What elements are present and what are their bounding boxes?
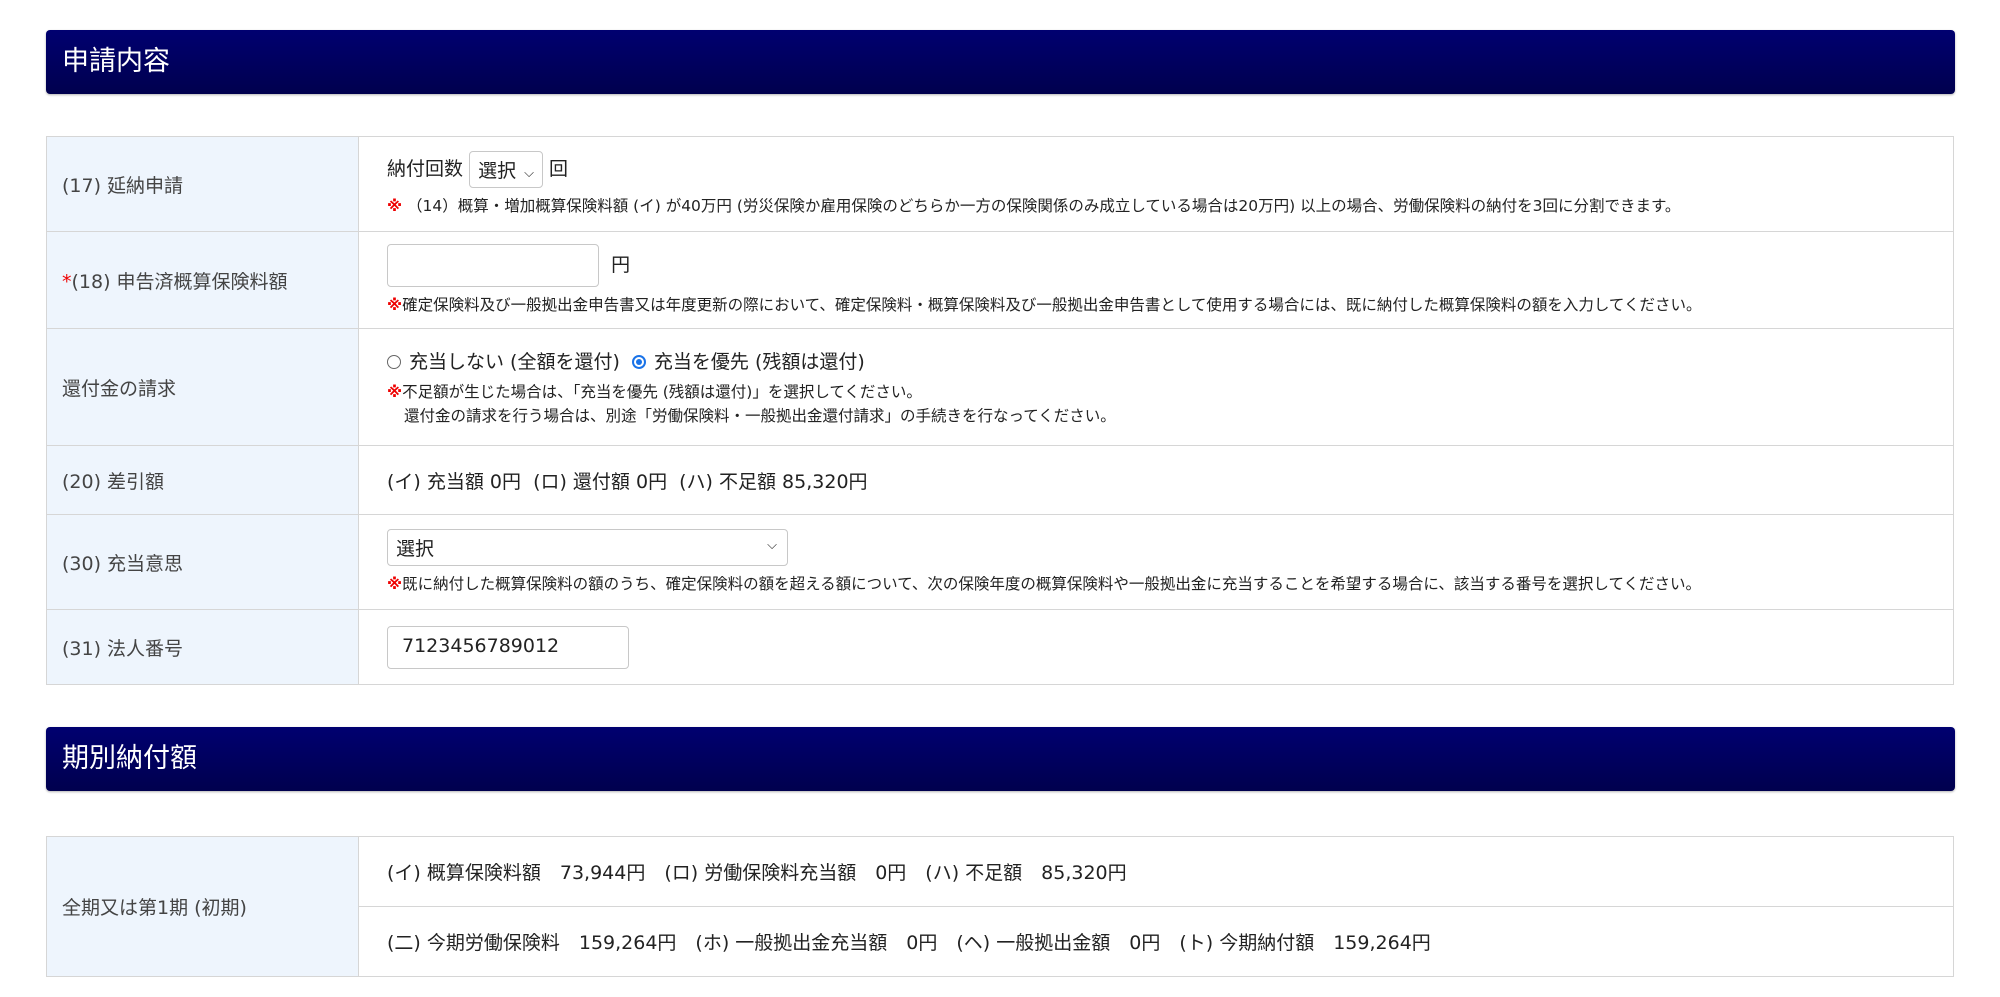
- note-mark-icon: ※: [387, 295, 403, 314]
- period-line-1: (イ) 概算保険料額 73,944円 (ロ) 労働保険料充当額 0円 (ハ) 不…: [358, 836, 1954, 907]
- note-30: 既に納付した概算保険料の額のうち、確定保険料の額を超える額について、次の保険年度…: [402, 574, 1701, 593]
- installments-table: 全期又は第1期 (初期) (イ) 概算保険料額 73,944円 (ロ) 労働保険…: [46, 836, 1954, 977]
- note-mark-icon: ※: [387, 382, 403, 401]
- row-19: 還付金の請求 充当しない (全額を還付) 充当を優先 (残額は還付) ※不足額が…: [46, 328, 1954, 446]
- label-19: 還付金の請求: [46, 328, 359, 446]
- chevron-down-icon: ⌵: [767, 537, 777, 553]
- installments-label: 納付回数: [387, 157, 464, 180]
- section-header-installments: 期別納付額: [46, 727, 1955, 791]
- note-19-2: 還付金の請求を行う場合は、別途「労働保険料・一般拠出金還付請求」の手続きを行なっ…: [404, 406, 1116, 425]
- radio-label: 充当しない (全額を還付): [409, 350, 620, 373]
- label-18: (18) 申告済概算保険料額: [71, 270, 288, 293]
- row-20: (20) 差引額 (イ) 充当額 0円 (ロ) 還付額 0円 (ハ) 不足額 8…: [46, 445, 1954, 515]
- radio-checked-icon: [631, 355, 646, 369]
- installments-select[interactable]: 選択 ⌵: [469, 150, 543, 188]
- radio-appropriation-priority[interactable]: 充当を優先 (残額は還付): [626, 351, 865, 373]
- label-31: (31) 法人番号: [46, 609, 359, 685]
- label-20: (20) 差引額: [46, 445, 359, 515]
- difference-amounts: (イ) 充当額 0円 (ロ) 還付額 0円 (ハ) 不足額 85,320円: [358, 445, 1954, 515]
- radio-icon: [387, 355, 401, 369]
- row-31: (31) 法人番号 7123456789012: [46, 609, 1954, 685]
- row-17: (17) 延納申請 納付回数 選択 ⌵ 回 ※ （14）概算・増加概算保険料額 (…: [46, 136, 1954, 232]
- radio-no-appropriation[interactable]: 充当しない (全額を還付): [387, 351, 620, 373]
- note-mark-icon: ※: [387, 196, 403, 215]
- label-30: (30) 充当意思: [46, 514, 359, 610]
- application-table: (17) 延納申請 納付回数 選択 ⌵ 回 ※ （14）概算・増加概算保険料額 (…: [46, 136, 1954, 685]
- chevron-down-icon: ⌵: [524, 165, 534, 181]
- installments-suffix: 回: [548, 157, 568, 180]
- appropriation-select[interactable]: 選択 ⌵: [387, 528, 788, 566]
- required-mark: *: [62, 270, 72, 293]
- period-line-2: (二) 今期労働保険料 159,264円 (ホ) 一般拠出金充当額 0円 (ヘ)…: [358, 906, 1954, 977]
- period-label: 全期又は第1期 (初期): [46, 836, 359, 977]
- note-18: 確定保険料及び一般拠出金申告書又は年度更新の際において、確定保険料・概算保険料及…: [402, 295, 1702, 314]
- appropriation-select-value: 選択: [396, 537, 435, 560]
- section-header-application: 申請内容: [46, 30, 1955, 94]
- note-17: （14）概算・増加概算保険料額 (イ) が40万円 (労災保険か雇用保険のどちら…: [407, 196, 1681, 215]
- radio-label: 充当を優先 (残額は還付): [653, 350, 865, 373]
- note-mark-icon: ※: [387, 574, 403, 593]
- note-19-1: 不足額が生じた場合は、「充当を優先 (残額は還付)」を選択してください。: [402, 382, 922, 401]
- declared-premium-input[interactable]: [387, 243, 599, 287]
- corporate-number-input[interactable]: 7123456789012: [387, 625, 629, 669]
- label-17: (17) 延納申請: [46, 136, 359, 232]
- yen-unit: 円: [611, 253, 631, 276]
- row-30: (30) 充当意思 選択 ⌵ ※既に納付した概算保険料の額のうち、確定保険料の額を…: [46, 514, 1954, 610]
- installments-select-value: 選択: [478, 159, 517, 182]
- row-18: *(18) 申告済概算保険料額 円 ※確定保険料及び一般拠出金申告書又は年度更新…: [46, 231, 1954, 329]
